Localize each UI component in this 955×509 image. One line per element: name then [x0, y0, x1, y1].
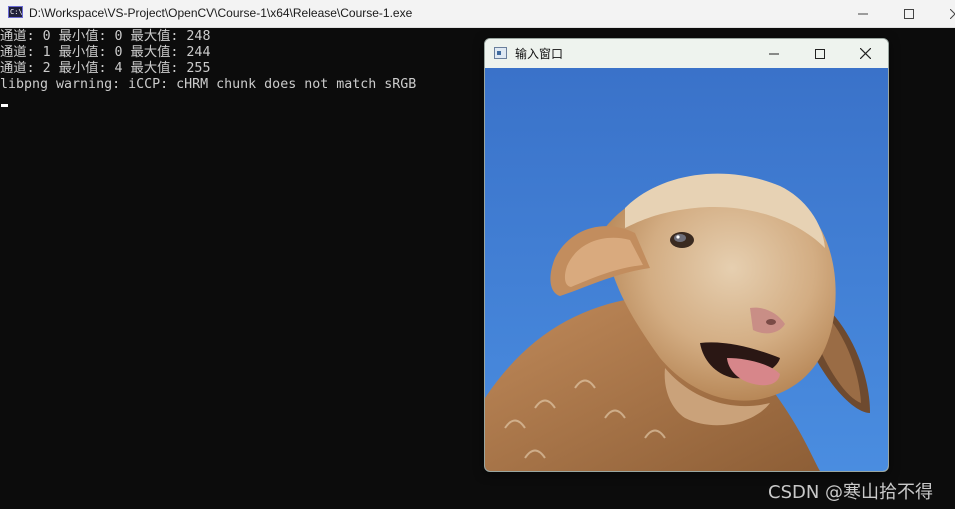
maximize-icon	[904, 8, 914, 19]
window-app-icon	[494, 47, 507, 59]
sheep-photo	[485, 68, 888, 471]
image-window[interactable]: 输入窗口	[484, 38, 889, 472]
text-cursor	[1, 104, 8, 107]
console-line: libpng warning: iCCP: cHRM chunk does no…	[0, 77, 417, 92]
minimize-icon	[769, 53, 779, 54]
close-icon	[950, 8, 955, 19]
image-window-titlebar[interactable]: 输入窗口	[485, 39, 888, 68]
console-app-icon: C:\	[8, 6, 23, 18]
minimize-icon	[858, 13, 868, 14]
console-close-button[interactable]	[932, 0, 955, 27]
console-line: 通道: 0 最小值: 0 最大值: 248	[0, 29, 211, 44]
console-line: 通道: 2 最小值: 4 最大值: 255	[0, 61, 211, 76]
console-maximize-button[interactable]	[886, 0, 932, 27]
console-window-title: D:\Workspace\VS-Project\OpenCV\Course-1\…	[29, 6, 413, 20]
console-line: 通道: 1 最小值: 0 最大值: 244	[0, 45, 211, 60]
console-minimize-button[interactable]	[840, 0, 886, 27]
image-window-title: 输入窗口	[515, 47, 564, 61]
maximize-icon	[815, 48, 825, 59]
image-maximize-button[interactable]	[797, 39, 843, 68]
csdn-watermark: CSDN @寒山拾不得	[768, 482, 934, 503]
image-close-button[interactable]	[842, 39, 888, 68]
console-titlebar: C:\ D:\Workspace\VS-Project\OpenCV\Cours…	[0, 0, 955, 28]
close-icon	[859, 48, 871, 59]
image-minimize-button[interactable]	[751, 39, 797, 68]
